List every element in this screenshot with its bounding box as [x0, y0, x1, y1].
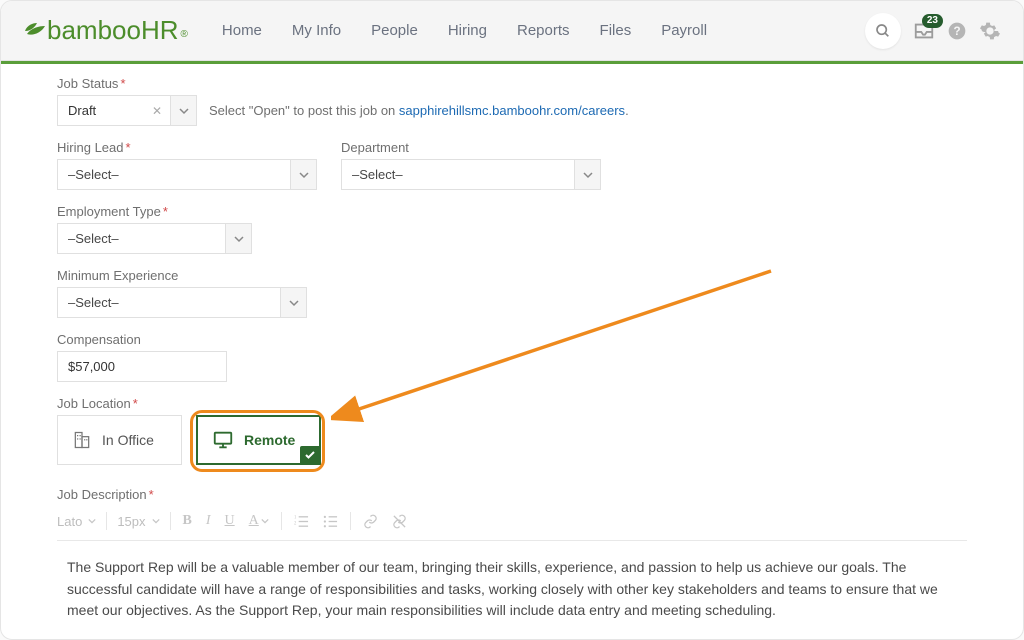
location-in-office-label: In Office [102, 432, 154, 448]
job-location-label: Job Location* [57, 396, 321, 411]
rte-font-select[interactable]: Lato [57, 514, 96, 529]
svg-text:2: 2 [294, 521, 297, 526]
rte-unlink[interactable] [390, 514, 409, 529]
min-experience-label: Minimum Experience [57, 268, 307, 283]
help-button[interactable]: ? [947, 21, 967, 41]
monitor-icon [212, 429, 234, 451]
nav-hiring[interactable]: Hiring [436, 14, 499, 47]
location-remote-label: Remote [244, 432, 295, 448]
search-button[interactable] [865, 13, 901, 49]
hiring-lead-label: Hiring Lead* [57, 140, 317, 155]
job-status-label: Job Status* [57, 76, 629, 91]
brand-reg: ® [181, 29, 188, 40]
chevron-down-icon[interactable] [170, 96, 196, 125]
inbox-badge: 23 [922, 14, 943, 28]
chevron-down-icon [261, 517, 269, 525]
compensation-label: Compensation [57, 332, 227, 347]
rte-italic[interactable]: I [204, 513, 213, 529]
rte-link[interactable] [361, 514, 380, 529]
search-icon [875, 23, 891, 39]
department-label: Department [341, 140, 601, 155]
job-status-value: Draft [58, 103, 144, 118]
unlink-icon [392, 514, 407, 529]
leaf-icon [23, 19, 47, 43]
rte-ol[interactable]: 1 2 [292, 514, 311, 529]
help-icon: ? [947, 21, 967, 41]
location-in-office[interactable]: In Office [57, 415, 182, 465]
inbox-button[interactable]: 23 [913, 20, 935, 42]
chevron-down-icon [574, 160, 600, 189]
job-status-select[interactable]: Draft ✕ [57, 95, 197, 126]
job-description-text[interactable]: The Support Rep will be a valuable membe… [57, 557, 967, 640]
list-ol-icon: 1 2 [294, 514, 309, 529]
rte-bold[interactable]: B [181, 513, 194, 529]
job-form: Job Status* Draft ✕ Select "Open" to pos… [1, 64, 1023, 640]
nav-files[interactable]: Files [588, 14, 644, 47]
check-icon [300, 446, 320, 464]
chevron-down-icon [152, 517, 160, 525]
rte-size-select[interactable]: 15px [117, 514, 159, 529]
employment-type-select[interactable]: –Select– [57, 223, 252, 254]
brand-logo: bambooHR® [23, 15, 188, 46]
brand-text: bambooHR [47, 15, 179, 46]
careers-link[interactable]: sapphirehillsmc.bamboohr.com/careers [399, 103, 625, 118]
building-icon [72, 430, 92, 450]
employment-type-label: Employment Type* [57, 204, 252, 219]
nav-home[interactable]: Home [210, 14, 274, 47]
nav-my-info[interactable]: My Info [280, 14, 353, 47]
rte-ul[interactable] [321, 514, 340, 529]
chevron-down-icon [88, 517, 96, 525]
chevron-down-icon [225, 224, 251, 253]
hiring-lead-select[interactable]: –Select– [57, 159, 317, 190]
rte-toolbar: Lato 15px B I U A 1 2 [57, 506, 967, 541]
job-description-label: Job Description* [57, 487, 967, 502]
svg-text:?: ? [953, 25, 960, 38]
main-nav: Home My Info People Hiring Reports Files… [210, 14, 719, 47]
chevron-down-icon [290, 160, 316, 189]
rte-text-color[interactable]: A [247, 513, 271, 529]
chevron-down-icon [280, 288, 306, 317]
compensation-input[interactable] [57, 351, 227, 382]
list-ul-icon [323, 514, 338, 529]
job-status-hint: Select "Open" to post this job on sapphi… [209, 103, 629, 118]
gear-icon [979, 20, 1001, 42]
svg-text:1: 1 [294, 515, 297, 520]
nav-people[interactable]: People [359, 14, 430, 47]
department-select[interactable]: –Select– [341, 159, 601, 190]
app-header: bambooHR® Home My Info People Hiring Rep… [1, 1, 1023, 61]
nav-payroll[interactable]: Payroll [649, 14, 719, 47]
nav-reports[interactable]: Reports [505, 14, 582, 47]
clear-icon[interactable]: ✕ [144, 104, 170, 118]
link-icon [363, 514, 378, 529]
location-remote[interactable]: Remote [196, 415, 321, 465]
min-experience-select[interactable]: –Select– [57, 287, 307, 318]
settings-button[interactable] [979, 20, 1001, 42]
rte-underline[interactable]: U [223, 513, 237, 529]
